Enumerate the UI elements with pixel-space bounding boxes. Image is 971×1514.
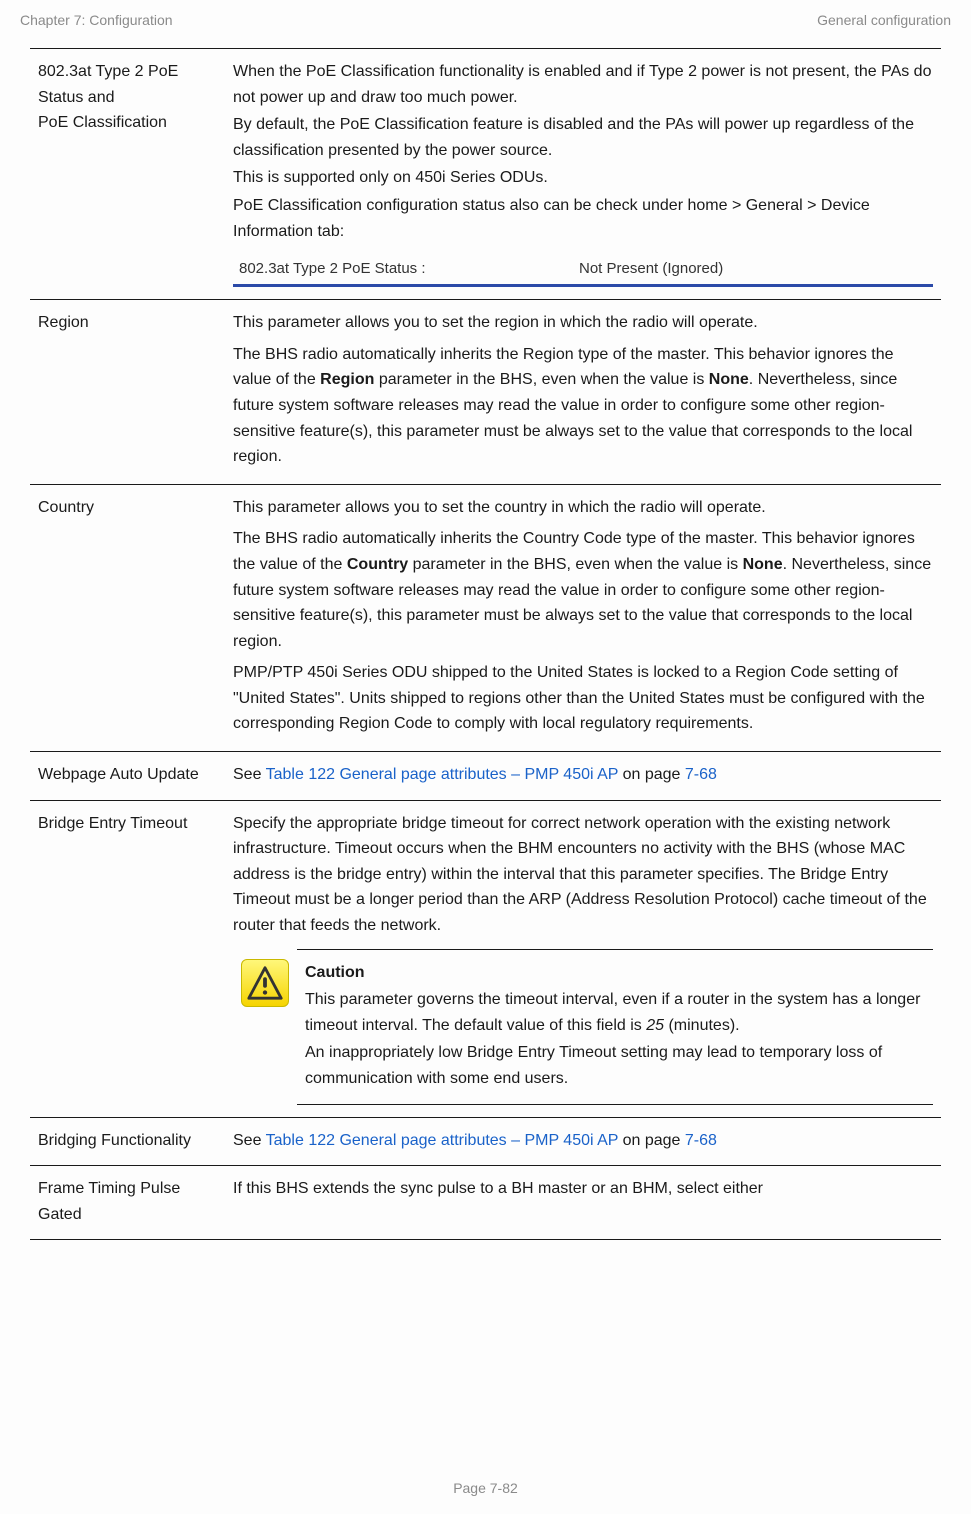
paragraph: This parameter allows you to set the cou… xyxy=(233,495,933,521)
bold-text: None xyxy=(709,371,749,388)
row-label-cell: 802.3at Type 2 PoE Status and PoE Classi… xyxy=(30,49,225,300)
italic-text: 25 xyxy=(646,1017,664,1034)
page-number: Page 7-82 xyxy=(453,1480,518,1496)
poe-status-label: 802.3at Type 2 PoE Status : xyxy=(239,257,579,281)
table-row: Bridging Functionality See Table 122 Gen… xyxy=(30,1117,941,1166)
text: parameter in the BHS, even when the valu… xyxy=(374,371,708,388)
paragraph: The BHS radio automatically inherits the… xyxy=(233,342,933,470)
row-label: 802.3at Type 2 PoE Status and xyxy=(38,59,217,110)
row-label-cell: Bridging Functionality xyxy=(30,1117,225,1166)
text: See xyxy=(233,1132,266,1149)
cross-reference-link[interactable]: Table 122 General page attributes – PMP … xyxy=(266,766,619,783)
row-label: Bridge Entry Timeout xyxy=(38,815,187,832)
content-area: 802.3at Type 2 PoE Status and PoE Classi… xyxy=(0,48,971,1240)
caution-icon-cell xyxy=(233,949,297,1104)
page-reference-link[interactable]: 7-68 xyxy=(685,1132,717,1149)
caution-text-cell: Caution This parameter governs the timeo… xyxy=(297,949,933,1104)
row-label-cell: Bridge Entry Timeout xyxy=(30,800,225,1117)
row-label: Webpage Auto Update xyxy=(38,766,199,783)
cross-reference-link[interactable]: Table 122 General page attributes – PMP … xyxy=(266,1132,619,1149)
page-footer: Page 7-82 xyxy=(0,1480,971,1496)
bold-text: Region xyxy=(320,371,374,388)
poe-status-bar: 802.3at Type 2 PoE Status : Not Present … xyxy=(233,252,933,287)
row-label: Frame Timing Pulse Gated xyxy=(38,1180,180,1223)
paragraph: PoE Classification configuration status … xyxy=(233,193,933,244)
bold-text: None xyxy=(743,556,783,573)
text: (minutes). xyxy=(664,1017,740,1034)
caution-box: Caution This parameter governs the timeo… xyxy=(233,949,933,1105)
bold-text: Country xyxy=(347,556,408,573)
header-right: General configuration xyxy=(817,12,951,28)
paragraph: The BHS radio automatically inherits the… xyxy=(233,526,933,654)
table-row: Country This parameter allows you to set… xyxy=(30,484,941,751)
row-label: PoE Classification xyxy=(38,110,217,136)
row-value-cell: If this BHS extends the sync pulse to a … xyxy=(225,1166,941,1240)
page-reference-link[interactable]: 7-68 xyxy=(685,766,717,783)
caution-icon xyxy=(241,959,289,1007)
text: parameter in the BHS, even when the valu… xyxy=(408,556,742,573)
paragraph: Specify the appropriate bridge timeout f… xyxy=(233,811,933,939)
table-row: 802.3at Type 2 PoE Status and PoE Classi… xyxy=(30,49,941,300)
row-label-cell: Frame Timing Pulse Gated xyxy=(30,1166,225,1240)
paragraph: If this BHS extends the sync pulse to a … xyxy=(233,1176,933,1202)
table-row: Frame Timing Pulse Gated If this BHS ext… xyxy=(30,1166,941,1240)
text: on page xyxy=(618,766,685,783)
text: See xyxy=(233,766,266,783)
paragraph: This parameter allows you to set the reg… xyxy=(233,310,933,336)
poe-status-value: Not Present (Ignored) xyxy=(579,257,927,281)
row-label: Bridging Functionality xyxy=(38,1132,191,1149)
row-value-cell: When the PoE Classification functionalit… xyxy=(225,49,941,300)
attributes-table: 802.3at Type 2 PoE Status and PoE Classi… xyxy=(30,48,941,1240)
row-value-cell: See Table 122 General page attributes – … xyxy=(225,752,941,801)
row-label-cell: Webpage Auto Update xyxy=(30,752,225,801)
text: This parameter governs the timeout inter… xyxy=(305,991,920,1034)
caution-title: Caution xyxy=(305,964,365,981)
table-row: Bridge Entry Timeout Specify the appropr… xyxy=(30,800,941,1117)
row-value-cell: Specify the appropriate bridge timeout f… xyxy=(225,800,941,1117)
paragraph: PMP/PTP 450i Series ODU shipped to the U… xyxy=(233,660,933,737)
row-value-cell: This parameter allows you to set the cou… xyxy=(225,484,941,751)
table-row: Webpage Auto Update See Table 122 Genera… xyxy=(30,752,941,801)
header-left: Chapter 7: Configuration xyxy=(20,12,173,28)
row-value-cell: This parameter allows you to set the reg… xyxy=(225,300,941,485)
page-header: Chapter 7: Configuration General configu… xyxy=(0,0,971,48)
row-label: Country xyxy=(38,499,94,516)
table-row: Region This parameter allows you to set … xyxy=(30,300,941,485)
paragraph: This parameter governs the timeout inter… xyxy=(305,987,925,1038)
row-label: Region xyxy=(38,314,89,331)
paragraph: This is supported only on 450i Series OD… xyxy=(233,165,933,191)
row-label-cell: Region xyxy=(30,300,225,485)
paragraph: When the PoE Classification functionalit… xyxy=(233,59,933,110)
paragraph: By default, the PoE Classification featu… xyxy=(233,112,933,163)
text: on page xyxy=(618,1132,685,1149)
paragraph: An inappropriately low Bridge Entry Time… xyxy=(305,1040,925,1091)
row-value-cell: See Table 122 General page attributes – … xyxy=(225,1117,941,1166)
row-label-cell: Country xyxy=(30,484,225,751)
